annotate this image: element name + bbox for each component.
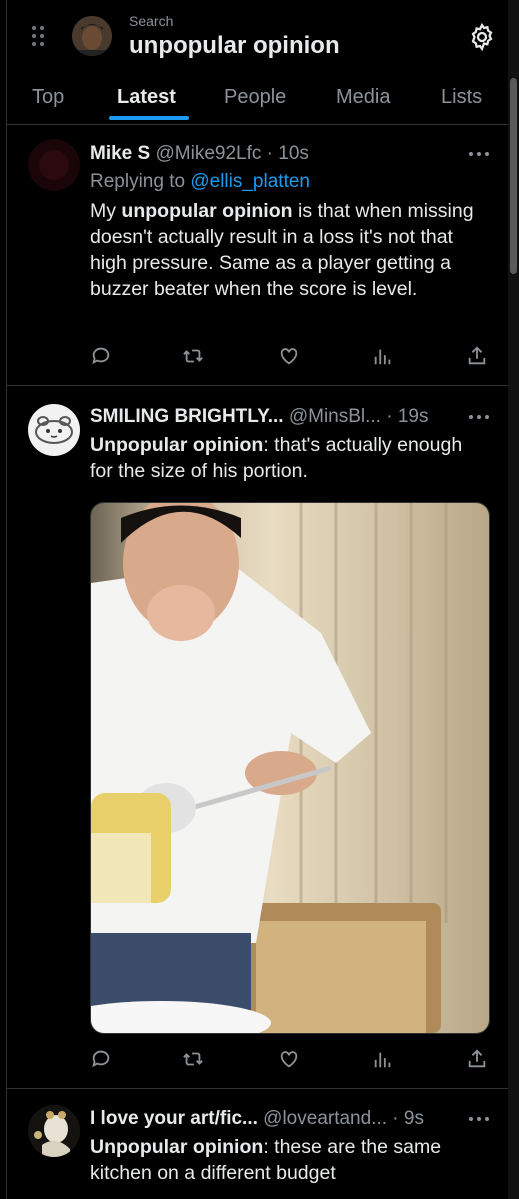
author-meta[interactable]: @loveartand... · 9s [263,1108,424,1129]
scrollbar[interactable] [508,0,519,1199]
retweet-icon[interactable] [182,345,204,367]
author-meta[interactable]: @Mike92Lfc · 10s [155,143,308,164]
tweet-text-highlight: unpopular opinion [121,200,293,222]
retweet-icon[interactable] [182,1048,204,1070]
replying-to-label: Replying to [90,171,186,192]
share-icon[interactable] [466,345,488,367]
tweet-item[interactable]: SMILING BRIGHTLY... @MinsBl... · 19s Unp… [6,386,508,1089]
author-name[interactable]: I love your art/fic... [90,1108,258,1129]
scrollbar-thumb[interactable] [510,78,517,274]
reply-icon[interactable] [90,1048,112,1070]
settings-gear-icon[interactable] [467,22,497,52]
tweet-actions [90,345,490,369]
tab-bar: Top Latest People Media Lists [6,72,508,125]
tweet-header: SMILING BRIGHTLY... @MinsBl... · 19s [90,406,492,428]
tweet-text: Unpopular opinion: these are the same ki… [90,1134,490,1186]
author-meta[interactable]: @MinsBl... · 19s [289,406,429,427]
tweet-media-image[interactable] [90,502,490,1034]
author-name[interactable]: SMILING BRIGHTLY... [90,406,284,427]
tweet-avatar[interactable] [28,1105,80,1157]
user-avatar[interactable] [72,16,112,56]
tweet-text: My unpopular opinion is that when missin… [90,198,490,302]
tab-people[interactable]: People [224,86,286,109]
search-query[interactable]: unpopular opinion [129,32,340,60]
views-icon[interactable] [372,345,394,367]
more-options-icon[interactable] [468,152,490,158]
tab-media[interactable]: Media [336,86,390,109]
tweet-text-pre: My [90,200,116,222]
tab-lists[interactable]: Lists [441,86,482,109]
tweet-avatar[interactable] [28,139,80,191]
tweet-item[interactable]: I love your art/fic... @loveartand... · … [6,1089,508,1199]
drag-handle-icon[interactable] [32,26,46,48]
tab-latest[interactable]: Latest [117,86,176,109]
tab-top[interactable]: Top [32,86,64,109]
share-icon[interactable] [466,1048,488,1070]
search-label: Search [129,13,174,29]
reply-icon[interactable] [90,345,112,367]
tweet-text-highlight: Unpopular opinion [90,434,264,456]
like-icon[interactable] [278,1048,300,1070]
tweet-avatar[interactable] [28,404,80,456]
tweet-header: I love your art/fic... @loveartand... · … [90,1108,492,1130]
like-icon[interactable] [278,345,300,367]
tweet-item[interactable]: Mike S @Mike92Lfc · 10s Replying to @ell… [6,125,508,386]
tweet-actions [90,1048,490,1072]
more-options-icon[interactable] [468,1117,490,1123]
tweet-header: Mike S @Mike92Lfc · 10s [90,143,492,165]
views-icon[interactable] [372,1048,394,1070]
active-tab-indicator [109,116,189,120]
replying-to: Replying to @ellis_platten [90,171,310,193]
replying-to-handle[interactable]: @ellis_platten [190,171,310,192]
more-options-icon[interactable] [468,415,490,421]
tweet-text: Unpopular opinion: that's actually enoug… [90,432,490,484]
tweet-text-highlight: Unpopular opinion [90,1136,264,1158]
author-name[interactable]: Mike S [90,143,150,164]
search-header: Search unpopular opinion [6,0,508,72]
